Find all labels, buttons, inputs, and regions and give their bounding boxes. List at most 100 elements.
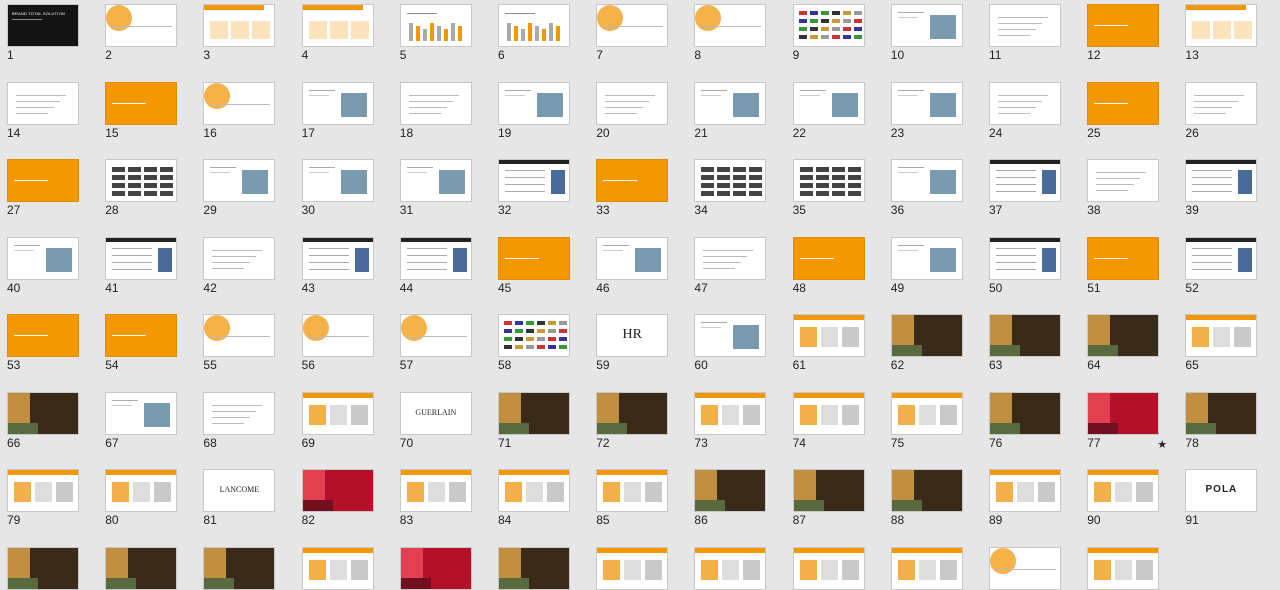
slide-cell[interactable]: 86	[694, 469, 767, 527]
slide-cell[interactable]: 4	[301, 4, 374, 62]
slide-cell[interactable]: 89	[989, 469, 1061, 527]
slide-thumbnail[interactable]	[890, 159, 963, 202]
slide-thumbnail[interactable]	[498, 391, 570, 435]
slide-thumbnail[interactable]	[7, 236, 79, 280]
slide-thumbnail[interactable]	[399, 236, 472, 280]
slide-cell[interactable]: 72	[596, 391, 669, 450]
slide-cell[interactable]: 43	[301, 236, 374, 295]
slide-cell[interactable]: 34	[694, 159, 767, 217]
slide-thumbnail[interactable]	[301, 391, 374, 435]
slide-thumbnail[interactable]	[989, 4, 1061, 47]
slide-thumbnail[interactable]	[399, 4, 472, 47]
slide-cell[interactable]: 49	[890, 236, 963, 295]
slide-cell[interactable]	[890, 546, 963, 590]
slide-cell[interactable]: 84	[498, 469, 570, 527]
slide-cell[interactable]: 78	[1185, 391, 1258, 450]
slide-cell[interactable]: 52	[1185, 236, 1258, 295]
slide-cell[interactable]: 45	[498, 236, 570, 295]
slide-cell[interactable]: 62	[890, 314, 963, 372]
slide-thumbnail[interactable]	[7, 391, 79, 435]
slide-cell[interactable]	[498, 546, 570, 590]
slide-cell[interactable]: 31	[399, 159, 472, 217]
slide-thumbnail[interactable]	[989, 81, 1061, 125]
slide-cell[interactable]	[105, 546, 178, 590]
slide-cell[interactable]: 60	[694, 314, 767, 372]
slide-thumbnail[interactable]	[1185, 159, 1258, 202]
slide-cell[interactable]: 46	[596, 236, 669, 295]
slide-cell[interactable]	[301, 546, 374, 590]
slide-cell[interactable]: 11	[989, 4, 1061, 62]
slide-cell[interactable]: 32	[498, 159, 570, 217]
slide-cell[interactable]	[792, 546, 865, 590]
slide-cell[interactable]: 13	[1185, 4, 1258, 62]
slide-thumbnail[interactable]	[989, 314, 1061, 357]
slide-cell[interactable]: 44	[399, 236, 472, 295]
slide-cell[interactable]: 25	[1087, 81, 1160, 140]
slide-thumbnail[interactable]	[301, 81, 374, 125]
slide-thumbnail[interactable]	[301, 314, 374, 357]
slide-thumbnail[interactable]	[399, 81, 472, 125]
slide-cell[interactable]: 33	[596, 159, 669, 217]
slide-thumbnail[interactable]	[203, 314, 276, 357]
slide-cell[interactable]: 73	[694, 391, 767, 450]
slide-cell[interactable]	[989, 546, 1061, 590]
slide-thumbnail[interactable]	[890, 81, 963, 125]
slide-cell[interactable]: 20	[596, 81, 669, 140]
slide-cell[interactable]: 55	[203, 314, 276, 372]
slide-thumbnail[interactable]	[1087, 314, 1160, 357]
slide-thumbnail[interactable]	[792, 546, 865, 590]
slide-thumbnail[interactable]	[498, 81, 570, 125]
slide-thumbnail[interactable]	[694, 159, 767, 202]
slide-cell[interactable]	[1087, 546, 1160, 590]
slide-cell[interactable]: 76	[989, 391, 1061, 450]
slide-thumbnail[interactable]	[301, 236, 374, 280]
slide-thumbnail[interactable]	[596, 391, 669, 435]
slide-cell[interactable]: 75	[890, 391, 963, 450]
slide-thumbnail[interactable]	[203, 391, 276, 435]
slide-cell[interactable]: 37	[989, 159, 1061, 217]
slide-thumbnail[interactable]	[694, 469, 767, 512]
slide-thumbnail[interactable]	[399, 314, 472, 357]
slide-thumbnail[interactable]	[399, 159, 472, 202]
slide-cell[interactable]: 28	[105, 159, 178, 217]
slide-thumbnail[interactable]	[792, 314, 865, 357]
slide-cell[interactable]	[694, 546, 767, 590]
slide-cell[interactable]: 29	[203, 159, 276, 217]
slide-cell[interactable]: 61	[792, 314, 865, 372]
slide-thumbnail[interactable]	[105, 236, 178, 280]
slide-thumbnail[interactable]	[989, 469, 1061, 512]
slide-thumbnail[interactable]	[890, 391, 963, 435]
slide-cell[interactable]: BRAND TOTAL SOLUTION 1	[7, 4, 79, 62]
slide-cell[interactable]: 19	[498, 81, 570, 140]
slide-thumbnail[interactable]	[105, 391, 178, 435]
slide-thumbnail[interactable]	[792, 391, 865, 435]
slide-thumbnail[interactable]	[105, 314, 178, 357]
slide-cell[interactable]: 82	[301, 469, 374, 527]
slide-cell[interactable]: 3	[203, 4, 276, 62]
slide-thumbnail[interactable]	[694, 546, 767, 590]
slide-cell[interactable]	[399, 546, 472, 590]
slide-thumbnail[interactable]	[7, 81, 79, 125]
slide-thumbnail[interactable]	[105, 81, 178, 125]
slide-thumbnail[interactable]	[1087, 391, 1160, 435]
slide-cell[interactable]: 17	[301, 81, 374, 140]
slide-thumbnail[interactable]: GUERLAIN	[399, 391, 472, 435]
slide-cell[interactable]: 63	[989, 314, 1061, 372]
slide-thumbnail[interactable]	[105, 469, 178, 512]
slide-cell[interactable]: 6	[498, 4, 570, 62]
slide-cell[interactable]: 56	[301, 314, 374, 372]
slide-cell[interactable]: 8	[694, 4, 767, 62]
slide-thumbnail[interactable]	[596, 4, 669, 47]
slide-thumbnail[interactable]: HR	[596, 314, 669, 357]
slide-thumbnail[interactable]	[1185, 314, 1258, 357]
slide-thumbnail[interactable]	[498, 546, 570, 590]
slide-cell[interactable]: 90	[1087, 469, 1160, 527]
slide-cell[interactable]: 14	[7, 81, 79, 140]
slide-cell[interactable]: 79	[7, 469, 79, 527]
slide-cell[interactable]: 66	[7, 391, 79, 450]
slide-cell[interactable]: 77 ★	[1087, 391, 1167, 451]
slide-cell[interactable]: 30	[301, 159, 374, 217]
slide-cell[interactable]: 12	[1087, 4, 1160, 62]
slide-thumbnail[interactable]	[1185, 81, 1258, 125]
slide-thumbnail[interactable]: LANCOME	[203, 469, 276, 512]
